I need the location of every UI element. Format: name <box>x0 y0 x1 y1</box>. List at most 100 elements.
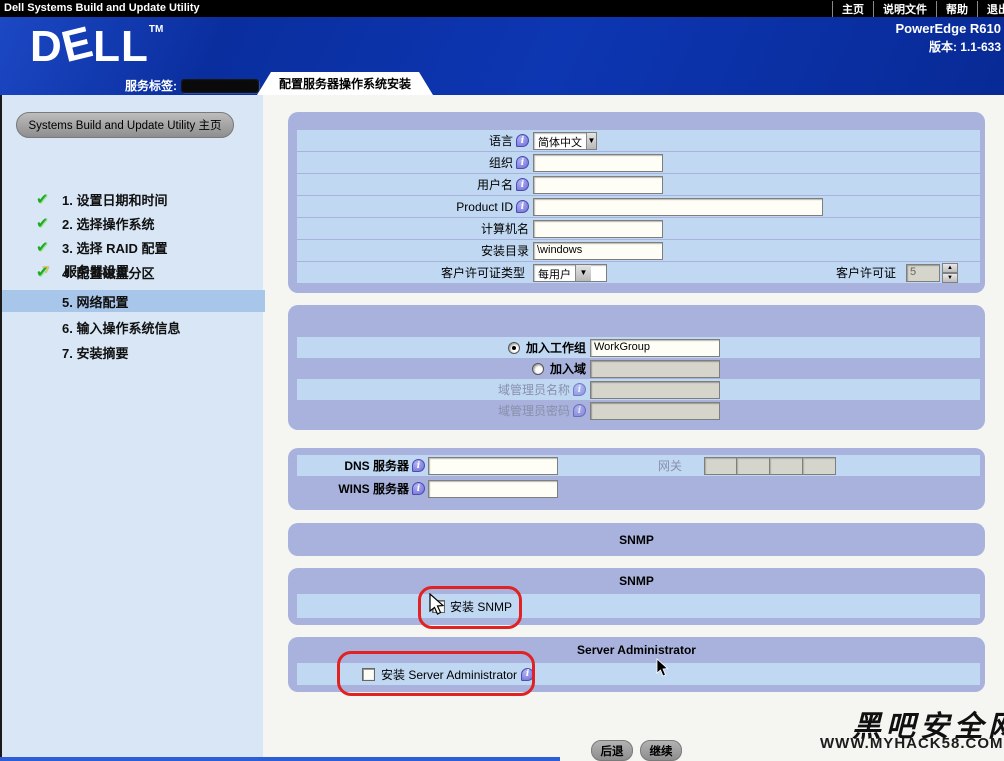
sidebar-step-date-time[interactable]: ✔ 1. 设置日期和时间 <box>2 188 265 210</box>
info-icon[interactable]: i <box>516 134 529 147</box>
domain-admin-name-label: 域管理员名称 <box>498 381 570 398</box>
join-domain-radio[interactable] <box>532 363 544 375</box>
info-icon[interactable]: i <box>516 156 529 169</box>
service-tag: 服务标签: <box>125 77 259 94</box>
sidebar-step-label: 5. 网络配置 <box>62 292 128 311</box>
panel-snmp-bar: SNMP <box>288 523 985 556</box>
service-tag-label: 服务标签: <box>125 77 177 94</box>
dns-server-input[interactable] <box>428 457 558 475</box>
sidebar-step-label: 7. 安装摘要 <box>62 343 128 362</box>
menu-home[interactable]: 主页 <box>832 1 873 17</box>
product-id-input[interactable] <box>533 198 823 216</box>
row-dns: DNS 服务器 i 网关 <box>297 455 980 476</box>
spinner-up-button[interactable]: ▲ <box>942 263 958 273</box>
check-icon: ✔ <box>36 214 54 232</box>
sidebar-step-install-summary[interactable]: 7. 安装摘要 <box>2 341 265 363</box>
version-text: 版本: 1.1-633 <box>929 38 1001 55</box>
language-label: 语言 <box>489 132 513 149</box>
ip-octet-1[interactable] <box>704 457 737 475</box>
snmp-section-title: SNMP <box>288 574 985 588</box>
organization-label: 组织 <box>489 154 513 171</box>
username-label: 用户名 <box>477 176 513 193</box>
install-snmp-checkbox[interactable] <box>432 600 445 613</box>
row-organization: 组织 i <box>297 152 980 173</box>
wins-server-input[interactable] <box>428 480 558 498</box>
info-icon[interactable]: i <box>412 482 425 495</box>
dropdown-arrow-icon[interactable]: ▼ <box>586 133 596 149</box>
join-workgroup-radio[interactable] <box>508 342 520 354</box>
sidebar-step-label: 3. 选择 RAID 配置 <box>62 238 167 257</box>
install-dir-input[interactable]: \windows <box>533 242 663 260</box>
computer-name-input[interactable] <box>533 220 663 238</box>
language-value: 简体中文 <box>534 133 586 149</box>
domain-input[interactable] <box>590 360 720 378</box>
panel-server-admin: Server Administrator 安装 Server Administr… <box>288 637 985 692</box>
menu-documentation[interactable]: 说明文件 <box>873 1 936 17</box>
spinner-down-button[interactable]: ▼ <box>942 273 958 283</box>
titlebar-menu: 主页 说明文件 帮助 退出 <box>832 0 1004 17</box>
menu-exit[interactable]: 退出 <box>977 1 1004 17</box>
dns-server-label: DNS 服务器 <box>344 457 409 474</box>
row-product-id: Product ID i <box>297 196 980 217</box>
sidebar-step-raid-config[interactable]: ✔ 3. 选择 RAID 配置 <box>2 236 265 258</box>
info-icon[interactable]: i <box>521 668 534 681</box>
ip-octet-2[interactable] <box>737 457 770 475</box>
license-count-label: 客户许可证 <box>836 264 896 281</box>
sidebar-step-network-config[interactable]: 5. 网络配置 <box>2 290 265 312</box>
info-icon[interactable]: i <box>412 459 425 472</box>
snmp-bar-title: SNMP <box>288 533 985 547</box>
install-server-admin-checkbox[interactable] <box>362 668 375 681</box>
organization-input[interactable] <box>533 154 663 172</box>
row-install-snmp: 安装 SNMP <box>297 594 980 618</box>
info-icon[interactable]: i <box>573 383 586 396</box>
row-wins: WINS 服务器 i <box>297 478 980 499</box>
join-workgroup-label: 加入工作组 <box>526 339 586 356</box>
panel-domain: 加入工作组 WorkGroup 加入域 域管理员名称 i 域管理员密码 i <box>288 305 985 430</box>
check-icon: ✔ <box>36 190 54 208</box>
gateway-label: 网关 <box>658 457 682 474</box>
workgroup-input[interactable]: WorkGroup <box>590 339 720 357</box>
app-window: Dell Systems Build and Update Utility 主页… <box>0 0 1004 761</box>
gateway-ip-input[interactable] <box>704 457 836 475</box>
logo-letters-ll: LL <box>93 22 149 71</box>
license-type-select[interactable]: 每用户 ▼ <box>533 264 607 282</box>
bottom-strip <box>0 757 560 761</box>
sidebar-step-label: 4. 配置磁盘分区 <box>62 263 154 282</box>
dropdown-arrow-icon[interactable]: ▼ <box>575 265 591 281</box>
ip-octet-3[interactable] <box>770 457 803 475</box>
panel-os-settings: 语言 i 简体中文 ▼ 组织 i 用户名 i Product ID <box>288 112 985 293</box>
row-workgroup: 加入工作组 WorkGroup <box>297 337 980 358</box>
ip-octet-4[interactable] <box>803 457 836 475</box>
panel-network: DNS 服务器 i 网关 WINS 服务器 i <box>288 448 985 510</box>
license-count-spinner[interactable]: 5 ▲ ▼ <box>906 263 958 283</box>
back-button[interactable]: 后退 <box>591 740 633 761</box>
domain-admin-password-input[interactable] <box>590 402 720 420</box>
continue-button[interactable]: 继续 <box>640 740 682 761</box>
domain-admin-password-label: 域管理员密码 <box>498 402 570 419</box>
row-license: 客户许可证类型 每用户 ▼ 客户许可证 5 ▲ ▼ <box>297 262 980 283</box>
tab-configure-os-install[interactable]: 配置服务器操作系统安装 <box>257 72 433 95</box>
info-icon[interactable]: i <box>516 200 529 213</box>
sidebar-step-os-info[interactable]: 6. 输入操作系统信息 <box>2 316 265 338</box>
language-select[interactable]: 简体中文 ▼ <box>533 132 597 150</box>
dell-logo: DELLTM <box>30 25 163 69</box>
sidebar-step-disk-partition[interactable]: ✔ 4. 配置磁盘分区 <box>2 261 265 283</box>
wins-server-label: WINS 服务器 <box>338 480 409 497</box>
sidebar-step-label: 2. 选择操作系统 <box>62 214 154 233</box>
service-tag-redacted-value <box>181 79 259 93</box>
sidebar-step-select-os[interactable]: ✔ 2. 选择操作系统 <box>2 212 265 234</box>
license-count-value[interactable]: 5 <box>906 264 940 282</box>
username-input[interactable] <box>533 176 663 194</box>
info-icon[interactable]: i <box>573 404 586 417</box>
join-domain-label: 加入域 <box>550 360 586 377</box>
header: DELLTM PowerEdge R610 版本: 1.1-633 服务标签: … <box>0 17 1004 95</box>
license-type-value: 每用户 <box>534 265 575 281</box>
row-install-dir: 安装目录 \windows <box>297 240 980 261</box>
info-icon[interactable]: i <box>516 178 529 191</box>
sbuu-home-button[interactable]: Systems Build and Update Utility 主页 <box>16 112 234 138</box>
license-type-label: 客户许可证类型 <box>441 264 525 281</box>
domain-admin-name-input[interactable] <box>590 381 720 399</box>
row-domain-admin-password: 域管理员密码 i <box>297 400 980 421</box>
menu-help[interactable]: 帮助 <box>936 1 977 17</box>
check-icon: ✔ <box>36 263 54 281</box>
